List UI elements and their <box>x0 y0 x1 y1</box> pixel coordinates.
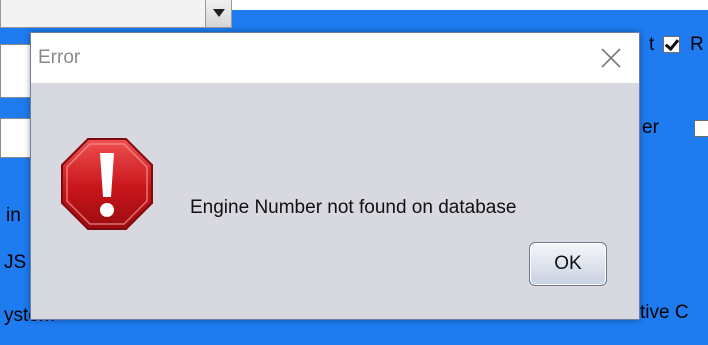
background-label-fragment: R <box>690 34 704 55</box>
background-combo-box[interactable] <box>0 0 232 28</box>
screen: in JS ystem t R er tive C Error <box>0 0 708 345</box>
dialog-title-bar[interactable]: Error <box>31 33 639 83</box>
background-label-fragment: JS <box>4 252 27 273</box>
ok-button[interactable]: OK <box>529 242 607 286</box>
background-checkbox[interactable] <box>694 120 708 137</box>
background-label-fragment: t <box>649 34 655 55</box>
background-label-fragment: in <box>6 205 21 226</box>
background-text-field[interactable] <box>0 118 34 158</box>
background-checkbox[interactable] <box>663 36 680 53</box>
close-icon[interactable] <box>591 39 631 77</box>
dialog-title: Error <box>38 47 81 68</box>
background-label-fragment: er <box>642 117 659 138</box>
error-dialog: Error Engine Number not found on databas… <box>30 32 640 320</box>
background-text-field[interactable] <box>0 44 34 98</box>
close-button[interactable] <box>591 39 631 77</box>
error-stop-icon <box>60 137 154 231</box>
background-label-fragment: tive C <box>640 302 689 323</box>
error-message: Engine Number not found on database <box>190 197 517 218</box>
chevron-down-icon[interactable] <box>205 0 231 27</box>
